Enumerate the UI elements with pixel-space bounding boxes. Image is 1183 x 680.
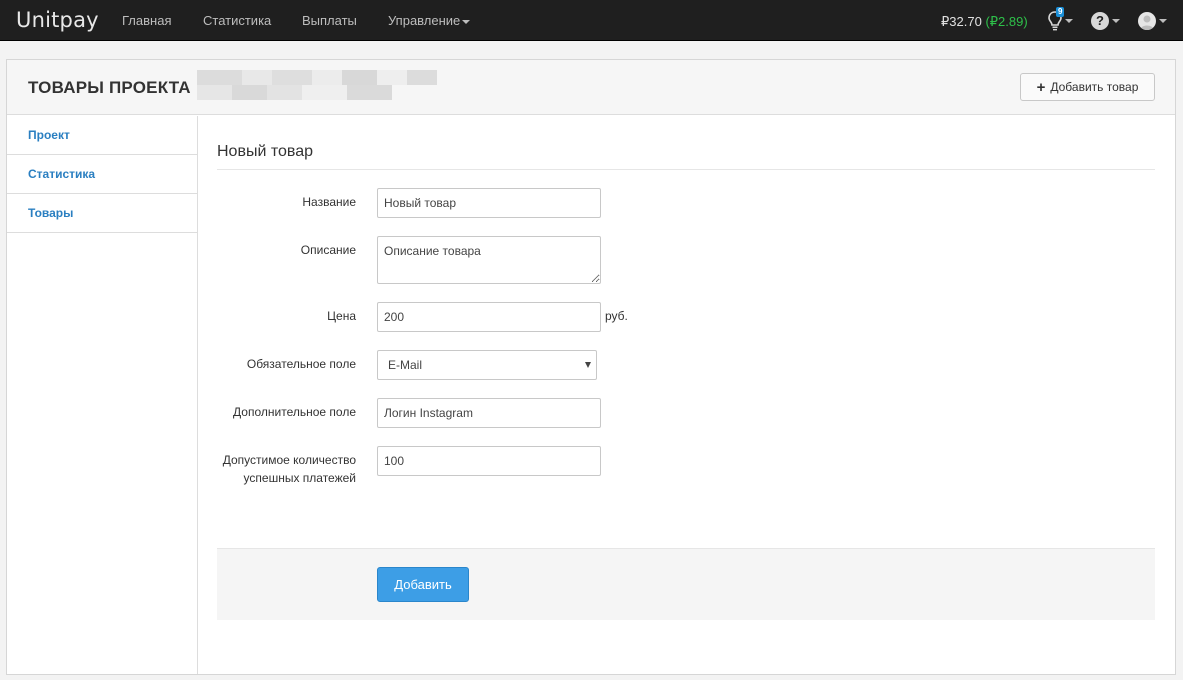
add-product-button[interactable]: + Добавить товар <box>1020 73 1155 101</box>
form-actions: Добавить <box>217 548 1155 620</box>
plus-icon: + <box>1036 78 1046 96</box>
redacted-project-name <box>197 70 437 100</box>
max-payments-input[interactable] <box>377 446 601 476</box>
notification-badge: 9 <box>1056 7 1065 17</box>
sidebar-item-statistics[interactable]: Статистика <box>7 155 197 194</box>
chevron-down-icon <box>1159 19 1167 23</box>
price-label: Цена <box>327 309 356 323</box>
name-label: Название <box>302 195 356 209</box>
nav-item-home[interactable]: Главная <box>122 13 171 28</box>
user-menu-button[interactable] <box>1138 10 1167 32</box>
help-icon: ? <box>1091 12 1109 30</box>
help-button[interactable]: ? <box>1091 10 1120 32</box>
sidebar-item-products[interactable]: Товары <box>7 194 197 233</box>
required-field-value: E-Mail <box>388 358 423 372</box>
max-payments-label: Допустимое количество успешных платежей <box>222 453 356 485</box>
notifications-button[interactable]: 9 <box>1048 7 1073 32</box>
chevron-down-icon <box>1112 19 1120 23</box>
required-field-label: Обязательное поле <box>246 357 356 371</box>
description-textarea[interactable]: Описание товара <box>377 236 601 284</box>
page-title: ТОВАРЫ ПРОЕКТА <box>28 78 191 97</box>
panel-header: ТОВАРЫ ПРОЕКТА + Добавить товар <box>7 60 1175 115</box>
extra-field-input[interactable] <box>377 398 601 428</box>
nav-item-statistics[interactable]: Статистика <box>203 13 271 28</box>
chevron-down-icon <box>462 19 471 24</box>
nav-item-payouts[interactable]: Выплаты <box>302 13 357 28</box>
nav-item-management[interactable]: Управление <box>388 13 471 28</box>
dropdown-arrow-icon <box>585 362 591 368</box>
chevron-down-icon <box>1065 19 1073 23</box>
form-title: Новый товар <box>217 143 313 160</box>
top-navbar: Unitpay Главная Статистика Выплаты Управ… <box>0 0 1183 41</box>
main-panel: ТОВАРЫ ПРОЕКТА + Добавить товар Проект С… <box>6 59 1176 675</box>
description-label: Описание <box>300 243 356 257</box>
add-product-label: Добавить товар <box>1050 80 1139 94</box>
form-divider <box>217 169 1155 170</box>
required-field-select[interactable]: E-Mail <box>377 350 597 380</box>
extra-field-label: Дополнительное поле <box>233 405 356 419</box>
balance-delta: (₽2.89) <box>985 14 1028 29</box>
price-input[interactable] <box>377 302 601 332</box>
nav-item-management-label: Управление <box>388 13 461 28</box>
name-input[interactable] <box>377 188 601 218</box>
price-unit: руб. <box>605 309 628 323</box>
user-avatar-icon <box>1138 12 1156 30</box>
submit-button[interactable]: Добавить <box>377 567 469 602</box>
sidebar: Проект Статистика Товары <box>7 116 198 674</box>
brand-logo[interactable]: Unitpay <box>16 8 99 32</box>
balance-value: ₽32.70 <box>941 14 982 29</box>
sidebar-item-project[interactable]: Проект <box>7 116 197 155</box>
lightbulb-icon: 9 <box>1048 7 1065 31</box>
account-balance: ₽32.70 (₽2.89) <box>941 14 1028 30</box>
